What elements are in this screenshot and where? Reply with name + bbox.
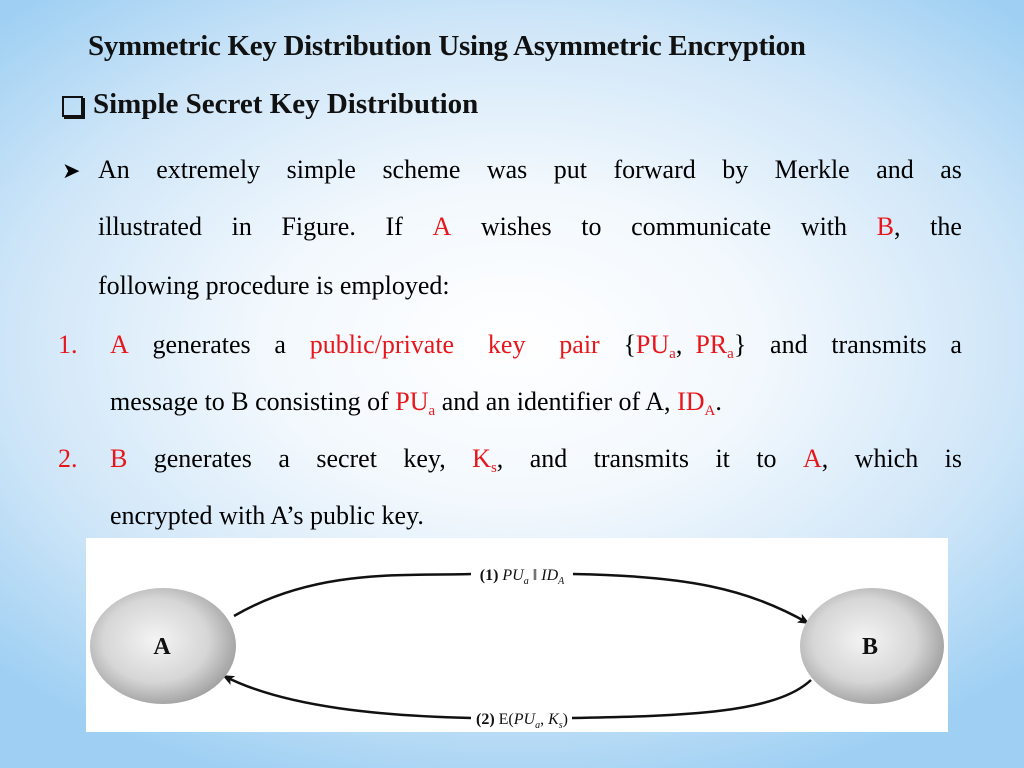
text: message to B consisting of bbox=[110, 387, 396, 416]
word: in bbox=[231, 212, 252, 241]
word: a bbox=[278, 444, 290, 473]
diagram-svg: A B (1) PUa ‖ IDA (2) E(PUa, Ks) bbox=[90, 567, 944, 731]
word: secret bbox=[316, 444, 377, 473]
intro-line-2: illustrated in Figure. If Awishes to communica… bbox=[98, 212, 962, 242]
word: to bbox=[581, 212, 602, 241]
word: a bbox=[950, 330, 962, 359]
slide-title: Symmetric Key Distribution Using Asymmet… bbox=[88, 30, 806, 62]
step-2-line-2: encrypted with A’s public key. bbox=[110, 501, 424, 530]
message-2-label: (2) E(PUa, Ks) bbox=[476, 711, 568, 731]
word: as bbox=[940, 155, 962, 184]
pu-term: PU bbox=[395, 387, 429, 416]
step-1-line-2: message to B consisting of PUa and an id… bbox=[110, 387, 722, 419]
word: communicate bbox=[631, 212, 772, 241]
ks-term: Ks, bbox=[472, 444, 504, 476]
word: the bbox=[930, 212, 962, 241]
text: and an identifier of A, bbox=[435, 387, 678, 416]
step-2-line-1: B generates a secret key, Ks, and transm… bbox=[110, 444, 962, 476]
message-1-label: (1) PUa ‖ IDA bbox=[480, 567, 565, 587]
word: B, bbox=[876, 212, 901, 241]
word: illustrated bbox=[98, 212, 202, 241]
word: generates bbox=[153, 444, 252, 473]
word: forward bbox=[613, 155, 696, 184]
step-1-number: 1. bbox=[58, 330, 78, 359]
word: with bbox=[800, 212, 848, 241]
party-b: B bbox=[110, 444, 128, 473]
word: transmits bbox=[831, 330, 927, 359]
word: transmits bbox=[593, 444, 690, 473]
step-2-number: 2. bbox=[58, 444, 78, 473]
word: An bbox=[98, 155, 130, 184]
word: to bbox=[756, 444, 777, 473]
word: and bbox=[876, 155, 914, 184]
word: extremely bbox=[156, 155, 261, 184]
word: is bbox=[944, 444, 962, 473]
word: scheme bbox=[382, 155, 461, 184]
text: . bbox=[715, 387, 722, 416]
arrow-a-to-b-2 bbox=[572, 572, 810, 625]
word: simple bbox=[286, 155, 356, 184]
intro-line-1: An extremely simple scheme was put forward by Me… bbox=[98, 155, 962, 185]
node-a-label: A bbox=[153, 634, 171, 660]
word: generates bbox=[152, 330, 251, 359]
word: and bbox=[529, 444, 568, 473]
step-1-line-1: A generates a public/private key pair {PUa… bbox=[110, 330, 962, 362]
word: Figure. bbox=[281, 212, 356, 241]
keypair-term: public/private key pair bbox=[309, 330, 600, 359]
word: a bbox=[274, 330, 286, 359]
word: Merkle bbox=[774, 155, 850, 184]
node-b-label: B bbox=[862, 634, 878, 660]
keypair-set: {PUa, PRa} bbox=[623, 330, 747, 362]
section-heading-text: Simple Secret Key Distribution bbox=[93, 88, 479, 120]
arrow-b-to-a bbox=[571, 679, 812, 720]
word: wishes bbox=[480, 212, 552, 241]
subscript: A bbox=[704, 403, 716, 419]
word: If bbox=[385, 212, 403, 241]
word: A bbox=[432, 212, 452, 241]
word: key, bbox=[403, 444, 446, 473]
word: by bbox=[722, 155, 749, 184]
party-a: A bbox=[110, 330, 129, 359]
key-distribution-diagram: A B (1) PUa ‖ IDA (2) E(PUa, Ks) bbox=[86, 538, 948, 732]
word: which bbox=[854, 444, 919, 473]
arrow-bullet-icon: ➤ bbox=[62, 158, 81, 183]
checkbox-bullet-icon bbox=[62, 96, 83, 117]
arrow-b-to-a-2 bbox=[222, 674, 472, 720]
word: put bbox=[553, 155, 587, 184]
word: was bbox=[486, 155, 528, 184]
party-a: A, bbox=[802, 444, 829, 473]
section-heading: Simple Secret Key Distribution bbox=[62, 88, 478, 121]
word: it bbox=[715, 444, 730, 473]
intro-line-3: following procedure is employed: bbox=[98, 271, 450, 300]
id-term: ID bbox=[677, 387, 705, 416]
word: and bbox=[770, 330, 808, 359]
arrow-a-to-b bbox=[233, 572, 472, 618]
